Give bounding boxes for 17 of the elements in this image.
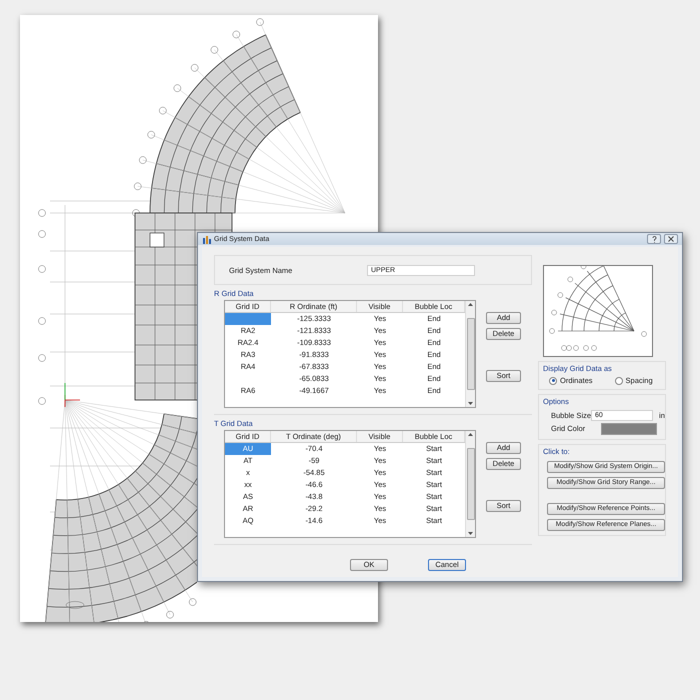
- radio-button[interactable]: [614, 376, 623, 384]
- arrow-down-icon[interactable]: [468, 532, 473, 535]
- arrow-down-icon[interactable]: [468, 402, 473, 405]
- scrollbar-thumb[interactable]: [466, 448, 474, 520]
- scrollbar-thumb[interactable]: [466, 318, 474, 390]
- help-icon: [652, 236, 656, 242]
- close-icon: [668, 236, 674, 242]
- scrollbar[interactable]: [465, 301, 475, 407]
- arrow-up-icon[interactable]: [468, 433, 473, 436]
- help-button[interactable]: [647, 234, 661, 244]
- close-button[interactable]: [664, 234, 678, 244]
- arrow-up-icon[interactable]: [468, 303, 473, 306]
- scrollbar[interactable]: [465, 431, 475, 537]
- table-cell[interactable]: [225, 313, 271, 325]
- app-icon: [202, 234, 211, 244]
- radio-button[interactable]: [549, 376, 557, 384]
- color-swatch[interactable]: [601, 422, 657, 434]
